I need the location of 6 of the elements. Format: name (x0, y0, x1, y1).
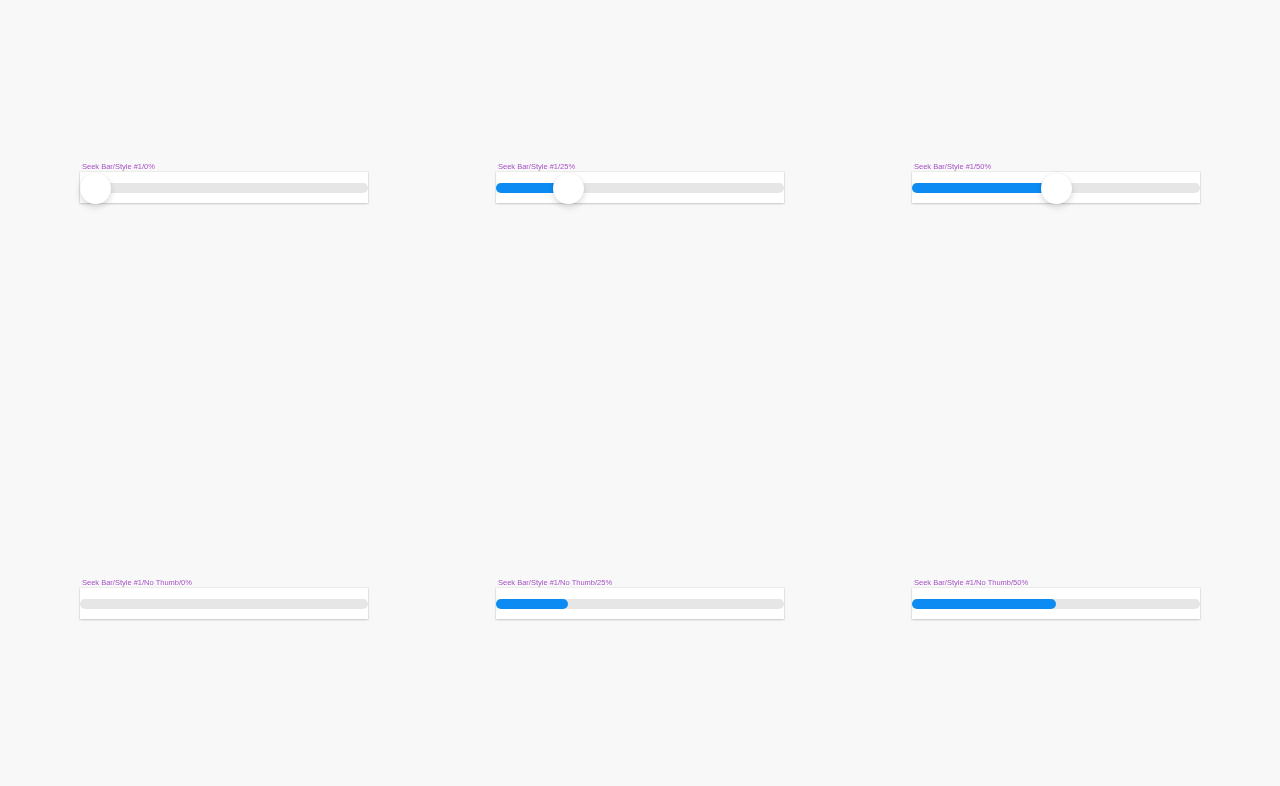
seek-bar-track[interactable] (912, 599, 1200, 609)
seek-bar-thumb[interactable] (552, 172, 584, 204)
seek-bar-thumb[interactable] (1040, 172, 1072, 204)
seek-bar-track[interactable] (80, 599, 368, 609)
seek-bar-track[interactable] (496, 599, 784, 609)
seek-bar-thumb[interactable] (80, 172, 111, 204)
